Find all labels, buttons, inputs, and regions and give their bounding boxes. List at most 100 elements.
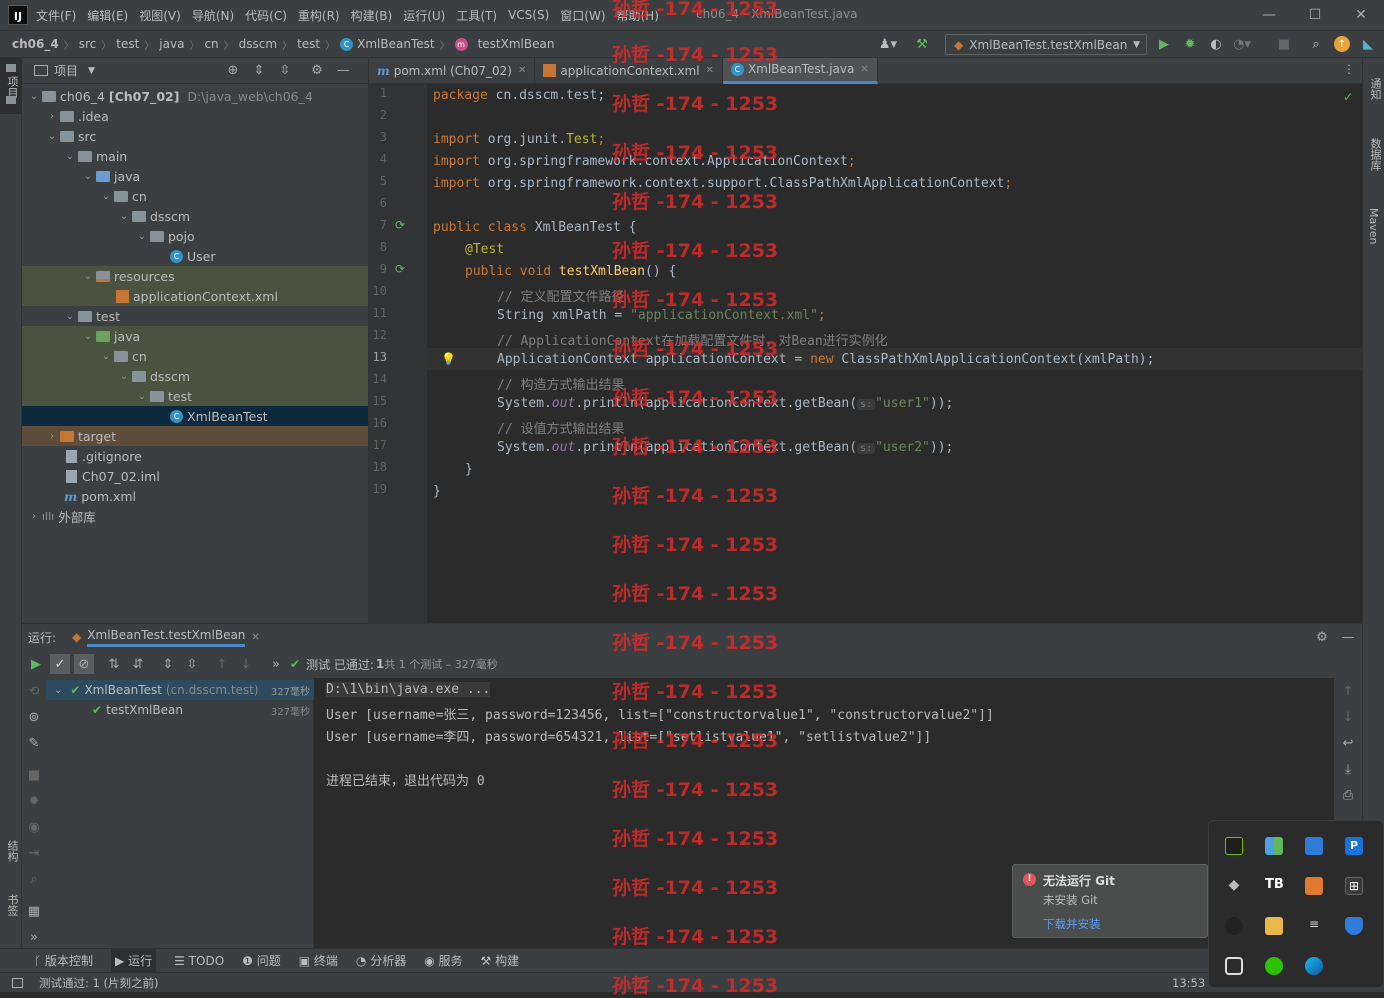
menu-run[interactable]: 运行(U) [403, 7, 445, 24]
no-problems-check-icon[interactable]: ✓ [1343, 90, 1353, 104]
status-message[interactable]: 测试通过: 1 (片刻之前) [39, 975, 158, 991]
jetbrains-icon[interactable]: ◣ [1360, 36, 1376, 52]
stop-icon[interactable]: ■ [24, 768, 44, 783]
run-test-gutter-icon[interactable]: ⟳ [395, 262, 405, 276]
tab-build[interactable]: ⚒ 构建 [481, 952, 520, 969]
tab-run[interactable]: ▶ 运行 [111, 949, 157, 972]
orange-app-icon[interactable] [1305, 877, 1323, 895]
menu-refactor[interactable]: 重构(R) [298, 7, 340, 24]
run-tab[interactable]: XmlBeanTest.testXmlBean [87, 628, 246, 647]
tree-node-test-cn[interactable]: ⌄ cn [22, 346, 368, 366]
intellij-logo-icon[interactable]: IJ [8, 5, 28, 25]
tree-node-iml[interactable]: Ch07_02.iml [22, 466, 368, 486]
tree-node-project-root[interactable]: ⌄ ch06_4 [Ch07_02] D:\java_web\ch06_4 [22, 86, 368, 106]
tab-problems[interactable]: ❶ 问题 [242, 952, 281, 969]
crumb-class[interactable]: XmlBeanTest [357, 37, 434, 51]
test-row-class[interactable]: ⌄ ✔ XmlBeanTest (cn.dsscm.test) 327毫秒 [46, 680, 314, 700]
close-icon[interactable]: ✕ [518, 65, 526, 76]
menu-code[interactable]: 代码(C) [245, 7, 287, 24]
search-icon[interactable]: ⌕ [24, 872, 44, 887]
folder-app-icon[interactable] [1265, 917, 1283, 935]
expand-all-icon[interactable]: ⇕ [158, 657, 178, 672]
tree-node-pom[interactable]: m pom.xml [22, 486, 368, 506]
menu-help[interactable]: 帮助(H) [617, 7, 659, 24]
run-icon[interactable]: ▶ [1156, 36, 1172, 52]
prev-failed-icon[interactable]: ↑ [212, 657, 232, 672]
gear-icon[interactable]: ⚙ [1312, 630, 1332, 645]
display-settings-icon[interactable]: ≡ [1305, 917, 1323, 935]
toggle-auto-test-icon[interactable]: ⊚ [24, 710, 44, 725]
collapse-all-icon[interactable]: ⇳ [275, 63, 295, 78]
tab-xmlbeantest-java[interactable]: C XmlBeanTest.java ✕ [722, 57, 878, 84]
search-icon[interactable]: ⌕ [1308, 36, 1324, 52]
crumb-src[interactable]: src [79, 37, 97, 51]
bug-icon[interactable]: ✹ [24, 794, 44, 809]
menu-navigate[interactable]: 导航(N) [192, 7, 234, 24]
test-row-method[interactable]: ✔ testXmlBean 327毫秒 [46, 700, 314, 720]
tree-node-pojo[interactable]: ⌄ pojo [22, 226, 368, 246]
more-icon[interactable]: » [266, 657, 286, 672]
tree-node-main[interactable]: ⌄ main [22, 146, 368, 166]
tree-node-xmlbeantest[interactable]: C XmlBeanTest [22, 406, 368, 426]
tree-node-test-dsscm[interactable]: ⌄ dsscm [22, 366, 368, 386]
user-icon[interactable]: ♟▾ [876, 36, 900, 52]
hide-icon[interactable]: — [1338, 630, 1358, 645]
tree-node-appcontext-xml[interactable]: applicationContext.xml [22, 286, 368, 306]
chevron-down-icon[interactable]: ▼ [88, 66, 95, 76]
menu-tools[interactable]: 工具(T) [456, 7, 497, 24]
coverage-icon[interactable]: ◐ [1208, 36, 1224, 52]
menu-build[interactable]: 构建(B) [351, 7, 393, 24]
tab-pom-xml[interactable]: m pom.xml (Ch07_02) ✕ [369, 57, 536, 84]
shield-icon[interactable] [1345, 917, 1363, 935]
more-tabs-icon[interactable]: ⋮ [1343, 62, 1355, 76]
crumb-project[interactable]: ch06_4 [12, 37, 59, 51]
maven-tool-button[interactable]: Maven [1367, 208, 1380, 244]
close-icon[interactable]: ✕ [706, 65, 714, 76]
update-icon[interactable]: ↑ [1334, 36, 1350, 52]
scroll-to-end-icon[interactable]: ⤓ [1338, 762, 1358, 777]
project-tool-button[interactable]: 项目 [0, 58, 22, 114]
show-ignored-icon[interactable]: ⊘ [74, 654, 94, 674]
structure-tool-button[interactable]: 结构 [2, 840, 20, 884]
project-title[interactable]: 项目 [54, 62, 78, 79]
tree-node-external-libs[interactable]: › ıllı 外部库 [22, 506, 368, 526]
p-app-icon[interactable]: P [1345, 837, 1363, 855]
crumb-java[interactable]: java [159, 37, 184, 51]
exit-icon[interactable]: ⇥ [24, 846, 44, 861]
crumb-test-pkg[interactable]: test [297, 37, 320, 51]
expand-all-icon[interactable]: ⇕ [249, 63, 269, 78]
tb-icon[interactable]: TB [1265, 877, 1284, 895]
tree-node-main-dsscm[interactable]: ⌄ dsscm [22, 206, 368, 226]
tree-node-target[interactable]: › target [22, 426, 368, 446]
profiler-icon[interactable]: ◔▾ [1233, 36, 1251, 52]
crumb-test[interactable]: test [116, 37, 139, 51]
app-grid-icon[interactable] [1265, 837, 1283, 855]
run-test-gutter-icon[interactable]: ⟳ [395, 218, 405, 232]
tab-terminal[interactable]: ▣ 终端 [299, 952, 338, 969]
wechat-icon[interactable] [1265, 957, 1283, 975]
menu-window[interactable]: 窗口(W) [560, 7, 605, 24]
build-hammer-icon[interactable]: ⚒ [914, 36, 930, 52]
tree-node-src[interactable]: ⌄ src [22, 126, 368, 146]
crumb-dsscm[interactable]: dsscm [239, 37, 277, 51]
camera-icon[interactable]: ◉ [24, 820, 44, 835]
crumb-method[interactable]: testXmlBean [478, 37, 555, 51]
gear-icon[interactable]: ⚙ [307, 63, 327, 78]
sort-duration-icon[interactable]: ⇵ [128, 657, 148, 672]
qq-icon[interactable] [1225, 917, 1243, 935]
tree-node-user[interactable]: C User [22, 246, 368, 266]
close-icon[interactable]: ✕ [251, 632, 259, 643]
grid-app-icon[interactable]: ⊞ [1345, 877, 1363, 895]
bookmarks-tool-button[interactable]: 书签 [2, 894, 20, 938]
locate-icon[interactable]: ⊕ [223, 63, 243, 78]
tree-node-resources[interactable]: ⌄ resources [22, 266, 368, 286]
wrench-icon[interactable]: ✎ [24, 736, 44, 751]
tab-appcontext-xml[interactable]: applicationContext.xml ✕ [535, 57, 723, 84]
toggle-panels-icon[interactable] [12, 977, 23, 988]
tab-profiler[interactable]: ◔ 分析器 [356, 952, 406, 969]
next-failed-icon[interactable]: ↓ [236, 657, 256, 672]
menu-edit[interactable]: 编辑(E) [87, 7, 128, 24]
database-tool-button[interactable]: 数据库 [1367, 138, 1383, 171]
close-icon[interactable]: ✕ [1338, 0, 1384, 30]
notifications-tool-button[interactable]: 通知 [1367, 78, 1383, 100]
